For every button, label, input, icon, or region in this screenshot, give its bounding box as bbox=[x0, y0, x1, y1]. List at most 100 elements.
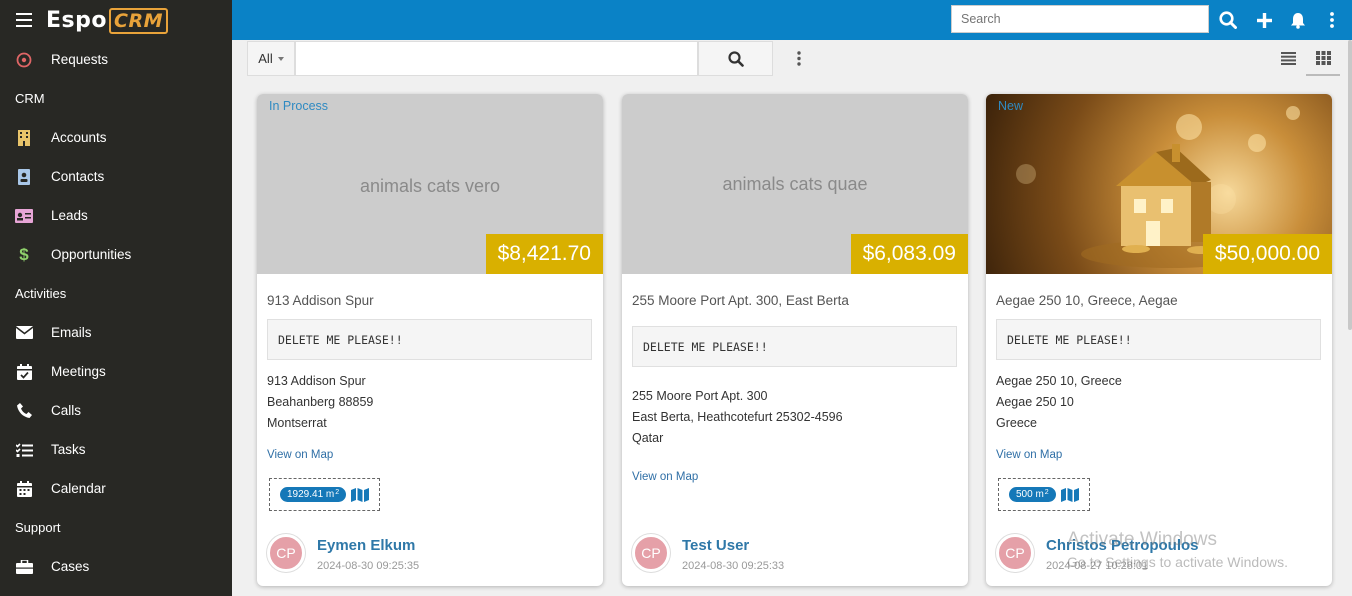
sidebar-group-support: Support bbox=[15, 520, 61, 535]
target-icon bbox=[15, 52, 33, 68]
area-box: 500 m2 bbox=[998, 478, 1090, 511]
sidebar-item-label: Contacts bbox=[51, 169, 105, 184]
address-line: East Berta, Heathcotefurt 25302-4596 bbox=[632, 410, 843, 424]
sidebar-item-label: Tasks bbox=[51, 442, 86, 457]
view-on-map-link[interactable]: View on Map bbox=[996, 449, 1062, 461]
briefcase-icon bbox=[15, 559, 33, 574]
user-name-link[interactable]: Eymen Elkum bbox=[317, 537, 415, 554]
building-icon bbox=[15, 129, 33, 146]
address-line: 255 Moore Port Apt. 300 bbox=[632, 389, 768, 403]
sidebar-item-requests[interactable]: Requests bbox=[0, 40, 232, 79]
image-placeholder-text: animals cats quae bbox=[722, 174, 868, 194]
sidebar-item-accounts[interactable]: Accounts bbox=[0, 118, 232, 157]
view-on-map-link[interactable]: View on Map bbox=[267, 449, 333, 461]
area-value: 500 m bbox=[1016, 489, 1044, 500]
card-title[interactable]: Aegae 250 10, Greece, Aegae bbox=[996, 293, 1178, 308]
price-badge: $6,083.09 bbox=[850, 234, 968, 274]
brand-bar: Espo CRM bbox=[0, 0, 232, 40]
scrollbar[interactable] bbox=[1348, 40, 1352, 330]
area-unit-superscript: 2 bbox=[1044, 489, 1049, 496]
sidebar-item-label: Meetings bbox=[51, 364, 106, 379]
grid-view-icon[interactable] bbox=[1306, 41, 1340, 76]
created-date: 2024-08-30 09:25:35 bbox=[317, 560, 420, 572]
address-line: 913 Addison Spur bbox=[267, 374, 366, 388]
search-icon[interactable] bbox=[1210, 0, 1246, 40]
avatar[interactable]: CP bbox=[632, 534, 670, 572]
logo-crm: CRM bbox=[109, 7, 168, 34]
activate-windows-subtitle: Go to Settings to activate Windows. bbox=[1067, 554, 1288, 570]
description-box: DELETE ME PLEASE!! bbox=[267, 319, 592, 360]
search-button[interactable] bbox=[698, 41, 773, 76]
sidebar-group-crm: CRM bbox=[15, 91, 45, 106]
address-line: Aegae 250 10, Greece bbox=[996, 374, 1122, 388]
sidebar-item-leads[interactable]: Leads bbox=[0, 196, 232, 235]
map-icon[interactable] bbox=[351, 487, 370, 502]
created-date: 2024-08-30 09:25:33 bbox=[682, 560, 785, 572]
area-badge: 1929.41 m2 bbox=[280, 487, 347, 502]
address-line: Qatar bbox=[632, 431, 664, 445]
sidebar-item-label: Calendar bbox=[51, 481, 106, 496]
envelope-icon bbox=[15, 326, 33, 339]
more-vertical-icon[interactable] bbox=[1314, 0, 1350, 40]
area-unit-superscript: 2 bbox=[335, 489, 340, 496]
bell-icon[interactable] bbox=[1280, 0, 1316, 40]
top-navbar bbox=[232, 0, 1352, 40]
card-title[interactable]: 255 Moore Port Apt. 300, East Berta bbox=[632, 293, 849, 308]
address-line: Montserrat bbox=[267, 416, 327, 430]
view-on-map-link[interactable]: View on Map bbox=[632, 471, 698, 483]
address-line: Aegae 250 10 bbox=[996, 395, 1074, 409]
hamburger-menu-icon[interactable] bbox=[16, 13, 32, 27]
id-card-icon bbox=[15, 208, 33, 223]
app-logo[interactable]: Espo CRM bbox=[46, 7, 168, 34]
area-box: 1929.41 m2 bbox=[269, 478, 381, 511]
area-badge: 500 m2 bbox=[1009, 487, 1056, 502]
calendar-icon bbox=[15, 480, 33, 497]
plus-icon[interactable] bbox=[1246, 0, 1282, 40]
map-icon[interactable] bbox=[1060, 487, 1079, 502]
sidebar-item-label: Opportunities bbox=[51, 247, 132, 262]
list-search-row: All bbox=[247, 41, 1352, 76]
sidebar-item-calendar[interactable]: Calendar bbox=[0, 469, 232, 508]
sidebar: Espo CRM Requests CRM Accounts Contacts L… bbox=[0, 0, 232, 596]
sidebar-item-contacts[interactable]: Contacts bbox=[0, 157, 232, 196]
sidebar-group-activities: Activities bbox=[15, 286, 67, 301]
dollar-icon: $ bbox=[19, 244, 29, 264]
price-badge: $50,000.00 bbox=[1202, 234, 1332, 274]
property-card[interactable]: animals cats vero In Process $8,421.70 9… bbox=[257, 94, 603, 586]
sidebar-item-cases[interactable]: Cases bbox=[0, 547, 232, 586]
user-name-link[interactable]: Test User bbox=[682, 537, 749, 554]
contact-card-icon bbox=[15, 168, 33, 185]
sidebar-item-label: Calls bbox=[51, 403, 82, 418]
logo-text: Espo bbox=[46, 7, 107, 33]
chevron-down-icon bbox=[277, 56, 284, 61]
card-title[interactable]: 913 Addison Spur bbox=[267, 293, 374, 308]
list-view-icon[interactable] bbox=[1272, 41, 1304, 76]
text-filter-input[interactable] bbox=[295, 41, 698, 76]
property-card[interactable]: animals cats quae $6,083.09 255 Moore Po… bbox=[622, 94, 968, 586]
description-box: DELETE ME PLEASE!! bbox=[996, 319, 1321, 360]
status-badge: New bbox=[998, 99, 1024, 113]
status-badge: In Process bbox=[269, 99, 329, 113]
filter-dropdown[interactable]: All bbox=[247, 41, 295, 76]
tasks-icon bbox=[15, 442, 33, 457]
address-line: Beahanberg 88859 bbox=[267, 395, 374, 409]
sidebar-item-calls[interactable]: Calls bbox=[0, 391, 232, 430]
description-box: DELETE ME PLEASE!! bbox=[632, 326, 957, 367]
calendar-check-icon bbox=[15, 363, 33, 380]
search-icon bbox=[727, 50, 744, 67]
sidebar-item-label: Accounts bbox=[51, 130, 107, 145]
sidebar-item-meetings[interactable]: Meetings bbox=[0, 352, 232, 391]
sidebar-item-emails[interactable]: Emails bbox=[0, 313, 232, 352]
area-value: 1929.41 m bbox=[287, 489, 335, 500]
global-search-input[interactable] bbox=[951, 5, 1209, 33]
sidebar-item-opportunities[interactable]: $ Opportunities bbox=[0, 235, 232, 274]
address-line: Greece bbox=[996, 416, 1037, 430]
avatar[interactable]: CP bbox=[267, 534, 305, 572]
property-card[interactable]: New $50,000.00 Aegae 250 10, Greece, Aeg… bbox=[986, 94, 1332, 586]
sidebar-item-tasks[interactable]: Tasks bbox=[0, 430, 232, 469]
more-actions-icon[interactable] bbox=[787, 41, 811, 76]
avatar[interactable]: CP bbox=[996, 534, 1034, 572]
price-badge: $8,421.70 bbox=[485, 234, 603, 274]
phone-icon bbox=[15, 403, 33, 418]
image-placeholder-text: animals cats vero bbox=[359, 176, 501, 196]
